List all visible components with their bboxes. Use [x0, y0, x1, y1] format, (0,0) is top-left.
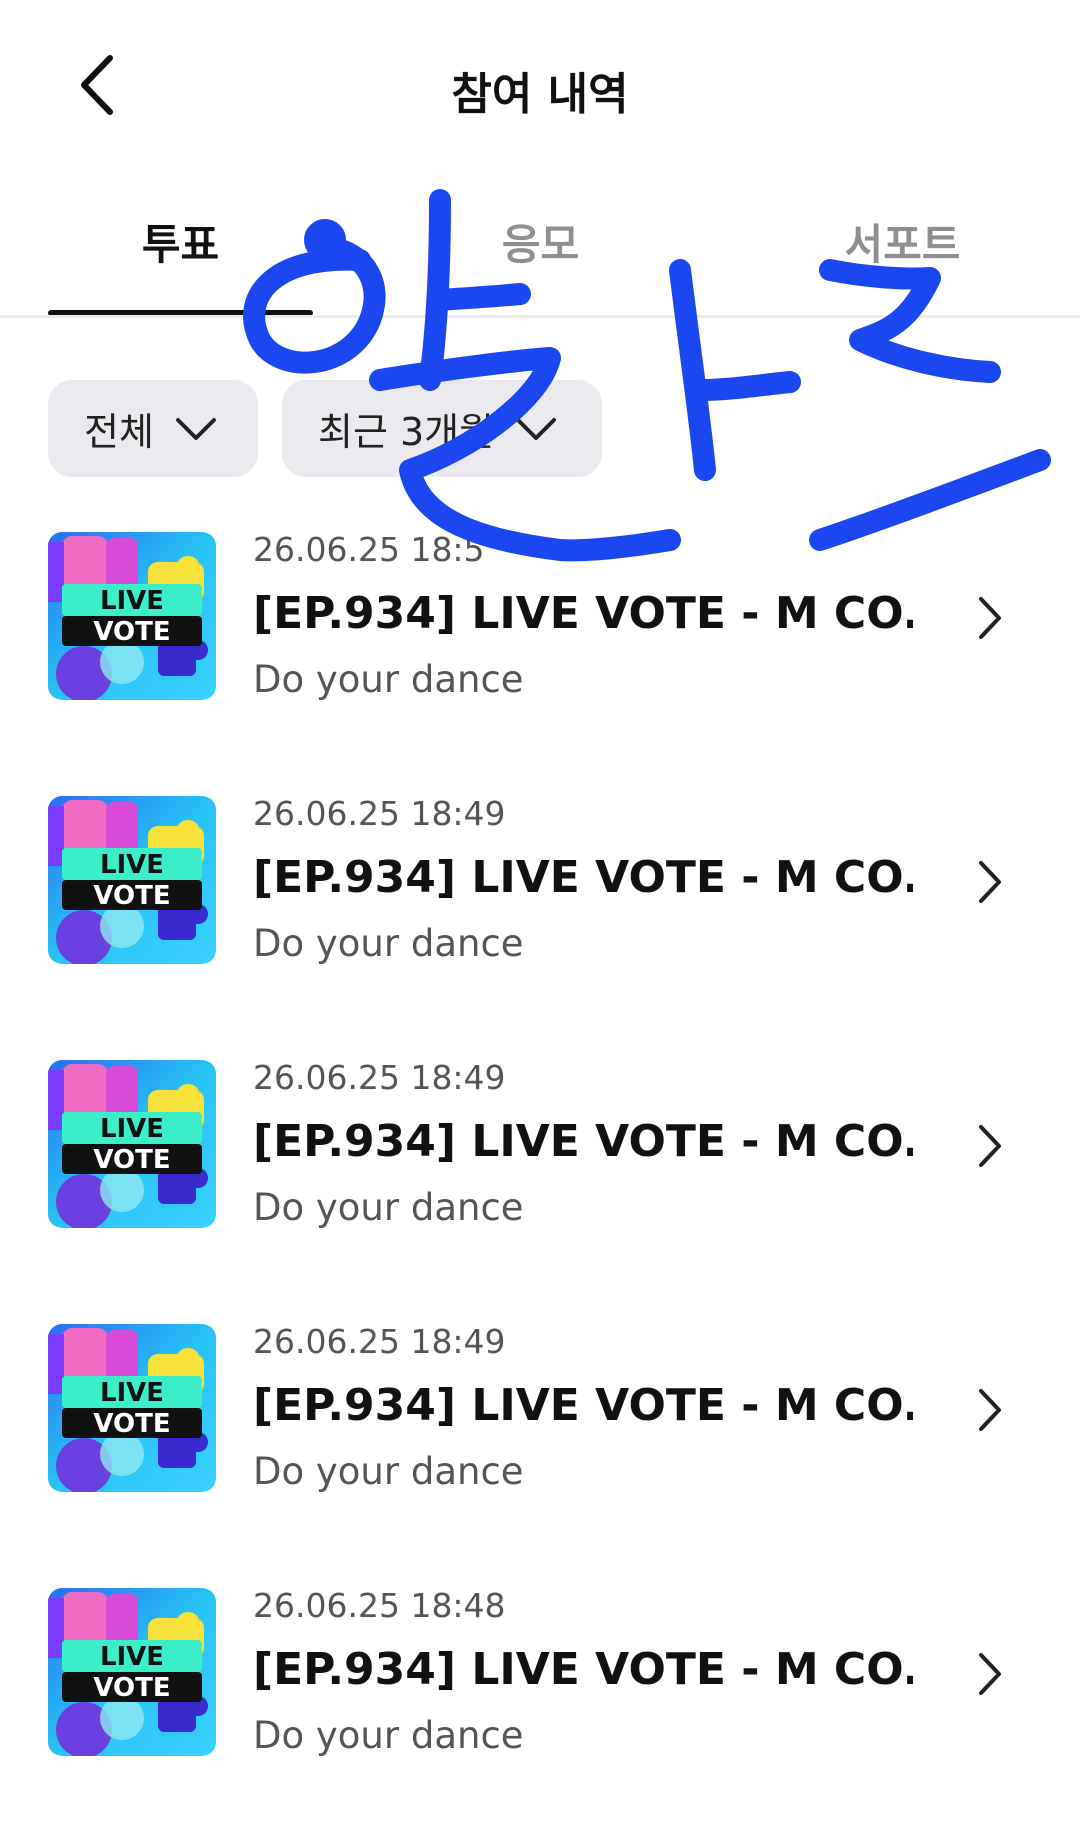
list-item[interactable]: LIVE VOTE 26.06.25 18:49 [EP.934] LIVE V…	[0, 1028, 1080, 1292]
list-item[interactable]: LIVE VOTE 26.06.25 18:49 [EP.934] LIVE V…	[0, 1292, 1080, 1556]
item-date: 26.06.25 18:49	[253, 794, 506, 833]
filter-type-dropdown[interactable]: 전체	[48, 380, 258, 477]
tab-apply[interactable]: 응모	[408, 215, 673, 295]
svg-text:VOTE: VOTE	[93, 1409, 170, 1439]
item-date: 26.06.25 18:49	[253, 1058, 506, 1097]
page-title: 참여 내역	[451, 69, 629, 120]
chevron-down-icon	[174, 414, 218, 444]
item-title: [EP.934] LIVE VOTE - M CO...	[253, 1644, 913, 1695]
tab-bar: 투표 응모 서포트	[0, 205, 1080, 320]
item-subtitle: Do your dance	[253, 922, 524, 965]
list-item[interactable]: LIVE VOTE 26.06.25 18:5 [EP.934] LIVE VO…	[0, 500, 1080, 764]
chevron-right-icon	[975, 859, 1005, 905]
item-date: 26.06.25 18:49	[253, 1322, 506, 1361]
item-subtitle: Do your dance	[253, 658, 524, 701]
svg-text:LIVE: LIVE	[100, 1114, 164, 1144]
chevron-right-icon	[975, 1651, 1005, 1697]
live-vote-thumbnail: LIVE VOTE	[48, 1060, 216, 1228]
svg-text:VOTE: VOTE	[93, 617, 170, 647]
item-date: 26.06.25 18:5	[253, 530, 485, 569]
item-date: 26.06.25 18:48	[253, 1586, 506, 1625]
filter-period-dropdown[interactable]: 최근 3개월	[282, 380, 602, 477]
svg-text:VOTE: VOTE	[93, 1673, 170, 1703]
chevron-right-icon	[975, 595, 1005, 641]
chevron-down-icon	[514, 414, 558, 444]
live-vote-thumbnail: LIVE VOTE	[48, 1324, 216, 1492]
svg-text:VOTE: VOTE	[93, 881, 170, 911]
item-subtitle: Do your dance	[253, 1186, 524, 1229]
list-item[interactable]: LIVE VOTE 26.06.25 18:48 [EP.934] LIVE V…	[0, 1556, 1080, 1820]
svg-text:LIVE: LIVE	[100, 1378, 164, 1408]
filter-type-label: 전체	[84, 410, 154, 454]
list-item[interactable]: LIVE VOTE 26.06.25 18:49 [EP.934] LIVE V…	[0, 764, 1080, 1028]
svg-text:LIVE: LIVE	[100, 1642, 164, 1672]
chevron-right-icon	[975, 1123, 1005, 1169]
filter-period-label: 최근 3개월	[318, 410, 495, 454]
chevron-right-icon	[975, 1387, 1005, 1433]
item-subtitle: Do your dance	[253, 1714, 524, 1757]
svg-text:LIVE: LIVE	[100, 850, 164, 880]
item-title: [EP.934] LIVE VOTE - M CO...	[253, 1380, 913, 1431]
tab-support[interactable]: 서포트	[770, 215, 1035, 295]
item-title: [EP.934] LIVE VOTE - M CO...	[253, 588, 913, 639]
tab-vote[interactable]: 투표	[48, 215, 313, 295]
svg-text:VOTE: VOTE	[93, 1145, 170, 1175]
item-subtitle: Do your dance	[253, 1450, 524, 1493]
tabs-divider	[0, 315, 1080, 318]
svg-text:LIVE: LIVE	[100, 586, 164, 616]
live-vote-thumbnail: LIVE VOTE	[48, 1588, 216, 1756]
live-vote-thumbnail: LIVE VOTE	[48, 796, 216, 964]
participation-list: LIVE VOTE 26.06.25 18:5 [EP.934] LIVE VO…	[0, 500, 1080, 1820]
item-title: [EP.934] LIVE VOTE - M CO...	[253, 1116, 913, 1167]
item-title: [EP.934] LIVE VOTE - M CO...	[253, 852, 913, 903]
header: 참여 내역	[0, 0, 1080, 170]
live-vote-thumbnail: LIVE VOTE	[48, 532, 216, 700]
